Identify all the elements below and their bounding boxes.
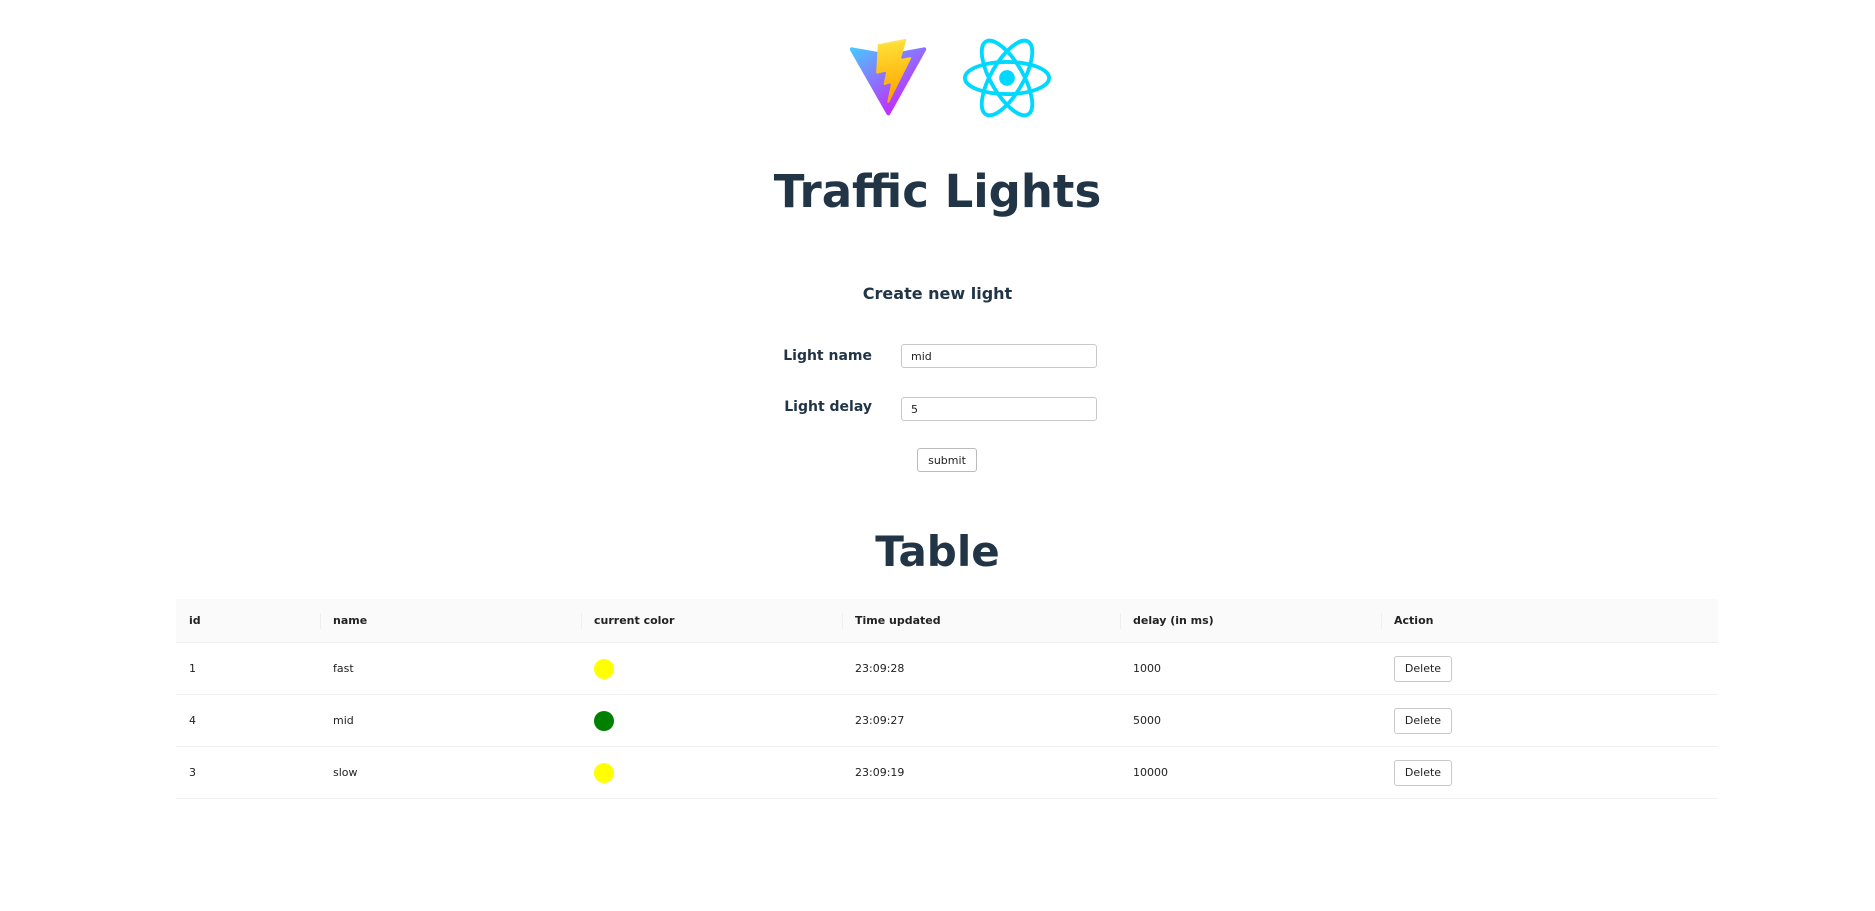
cell-action: Delete bbox=[1381, 746, 1718, 799]
table-row: 3 slow 23:09:19 10000 Delete bbox=[176, 746, 1718, 799]
cell-action: Delete bbox=[1381, 694, 1718, 747]
cell-name: mid bbox=[320, 694, 581, 747]
column-header-action: Action bbox=[1381, 599, 1718, 643]
column-header-time-updated: Time updated bbox=[842, 599, 1120, 643]
page-title: Traffic Lights bbox=[773, 165, 1102, 218]
page: Traffic Lights Create new light Light na… bbox=[0, 0, 1875, 911]
table-title: Table bbox=[875, 527, 1000, 576]
cell-time-updated: 23:09:19 bbox=[842, 746, 1120, 799]
cell-delay: 5000 bbox=[1120, 694, 1381, 747]
cell-current-color bbox=[581, 746, 842, 799]
cell-name: fast bbox=[320, 642, 581, 695]
column-header-id: id bbox=[176, 599, 320, 643]
cell-id: 1 bbox=[176, 642, 320, 695]
cell-action: Delete bbox=[1381, 642, 1718, 695]
light-name-label: Light name bbox=[783, 348, 872, 364]
submit-button[interactable]: submit bbox=[917, 448, 977, 472]
color-indicator bbox=[594, 658, 614, 679]
column-header-current-color: current color bbox=[581, 599, 842, 643]
table-row: 1 fast 23:09:28 1000 Delete bbox=[176, 642, 1718, 695]
cell-current-color bbox=[581, 642, 842, 695]
column-header-delay: delay (in ms) bbox=[1120, 599, 1381, 643]
column-header-name: name bbox=[320, 599, 581, 643]
cell-time-updated: 23:09:28 bbox=[842, 642, 1120, 695]
logo-bar bbox=[0, 38, 1875, 120]
cell-delay: 10000 bbox=[1120, 746, 1381, 799]
cell-current-color bbox=[581, 694, 842, 747]
vite-logo-icon[interactable] bbox=[848, 38, 928, 118]
form-heading: Create new light bbox=[862, 284, 1013, 303]
delete-button[interactable]: Delete bbox=[1394, 759, 1452, 786]
color-indicator bbox=[594, 762, 614, 783]
cell-delay: 1000 bbox=[1120, 642, 1381, 695]
react-logo-icon[interactable] bbox=[963, 38, 1051, 118]
light-delay-input[interactable] bbox=[901, 397, 1097, 421]
table-row: 4 mid 23:09:27 5000 Delete bbox=[176, 694, 1718, 747]
color-indicator bbox=[594, 710, 614, 731]
cell-id: 4 bbox=[176, 694, 320, 747]
cell-name: slow bbox=[320, 746, 581, 799]
delete-button[interactable]: Delete bbox=[1394, 707, 1452, 734]
lights-table: id name current color Time updated delay… bbox=[176, 599, 1718, 799]
cell-id: 3 bbox=[176, 746, 320, 799]
cell-time-updated: 23:09:27 bbox=[842, 694, 1120, 747]
table-header-row: id name current color Time updated delay… bbox=[176, 599, 1718, 643]
light-name-input[interactable] bbox=[901, 344, 1097, 368]
delete-button[interactable]: Delete bbox=[1394, 655, 1452, 682]
light-delay-label: Light delay bbox=[784, 399, 872, 415]
